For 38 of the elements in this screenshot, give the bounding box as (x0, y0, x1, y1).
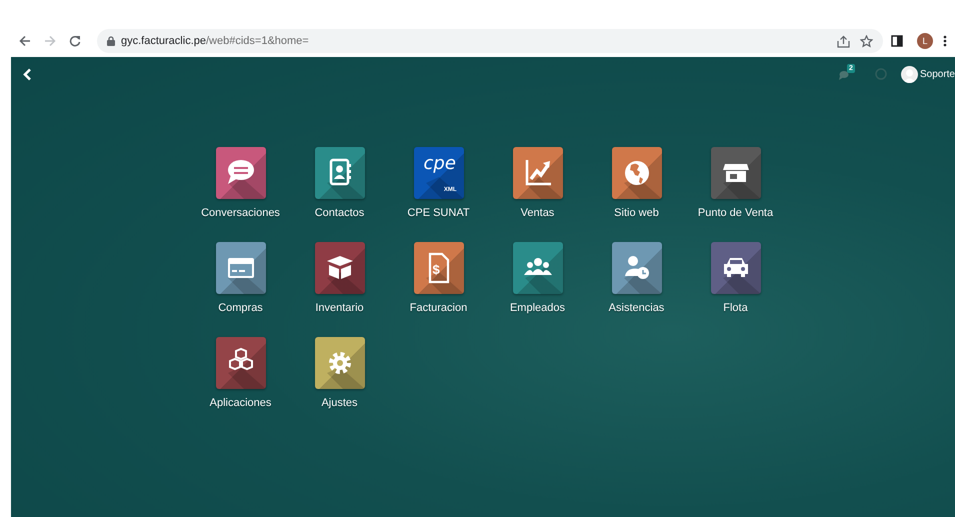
avatar (900, 66, 918, 82)
share-icon[interactable] (837, 34, 850, 48)
app-label[interactable]: Contactos (314, 207, 364, 219)
people-icon[interactable] (512, 242, 562, 294)
app-label[interactable]: Punto de Venta (698, 207, 774, 219)
app-label[interactable]: Aplicaciones (210, 397, 272, 409)
chart-icon[interactable] (512, 147, 562, 199)
menu-icon[interactable] (943, 35, 947, 47)
app-label[interactable]: Facturacion (410, 302, 468, 314)
side-panel-icon[interactable] (891, 35, 903, 47)
app-label[interactable]: Sitio web (614, 207, 659, 219)
back-icon[interactable] (23, 68, 32, 80)
store-icon[interactable] (710, 147, 760, 199)
star-icon[interactable] (860, 34, 873, 48)
logo-text: cpe (424, 155, 456, 173)
lock-icon (107, 36, 115, 46)
dollar-sign: $ (432, 263, 440, 276)
settings-icon[interactable] (314, 337, 364, 389)
app-label[interactable]: CPE SUNAT (407, 207, 470, 219)
app-label[interactable]: Ventas (520, 207, 554, 219)
app-label[interactable]: Conversaciones (201, 207, 280, 219)
credit-card-icon[interactable] (216, 242, 266, 294)
app-label[interactable]: Compras (218, 302, 263, 314)
app-label[interactable]: Empleados (510, 302, 566, 314)
app-label[interactable]: Inventario (315, 302, 364, 314)
speech-bubble-icon[interactable] (216, 147, 266, 199)
app-label[interactable]: Flota (723, 302, 748, 314)
cubes-icon[interactable] (216, 337, 266, 389)
address-bar[interactable]: gyc.facturaclic.pe/web#cids=1&home= (97, 29, 883, 53)
user-menu[interactable]: Soporte (900, 66, 955, 82)
app-label[interactable]: Asistencias (608, 302, 664, 314)
car-icon[interactable] (710, 242, 760, 294)
globe-icon[interactable] (612, 147, 662, 199)
address-book-icon[interactable] (314, 147, 364, 199)
app-label[interactable]: Ajustes (321, 397, 358, 409)
profile-avatar[interactable]: L (917, 33, 933, 49)
box-icon[interactable] (314, 242, 364, 294)
person-clock-icon[interactable] (612, 242, 662, 294)
